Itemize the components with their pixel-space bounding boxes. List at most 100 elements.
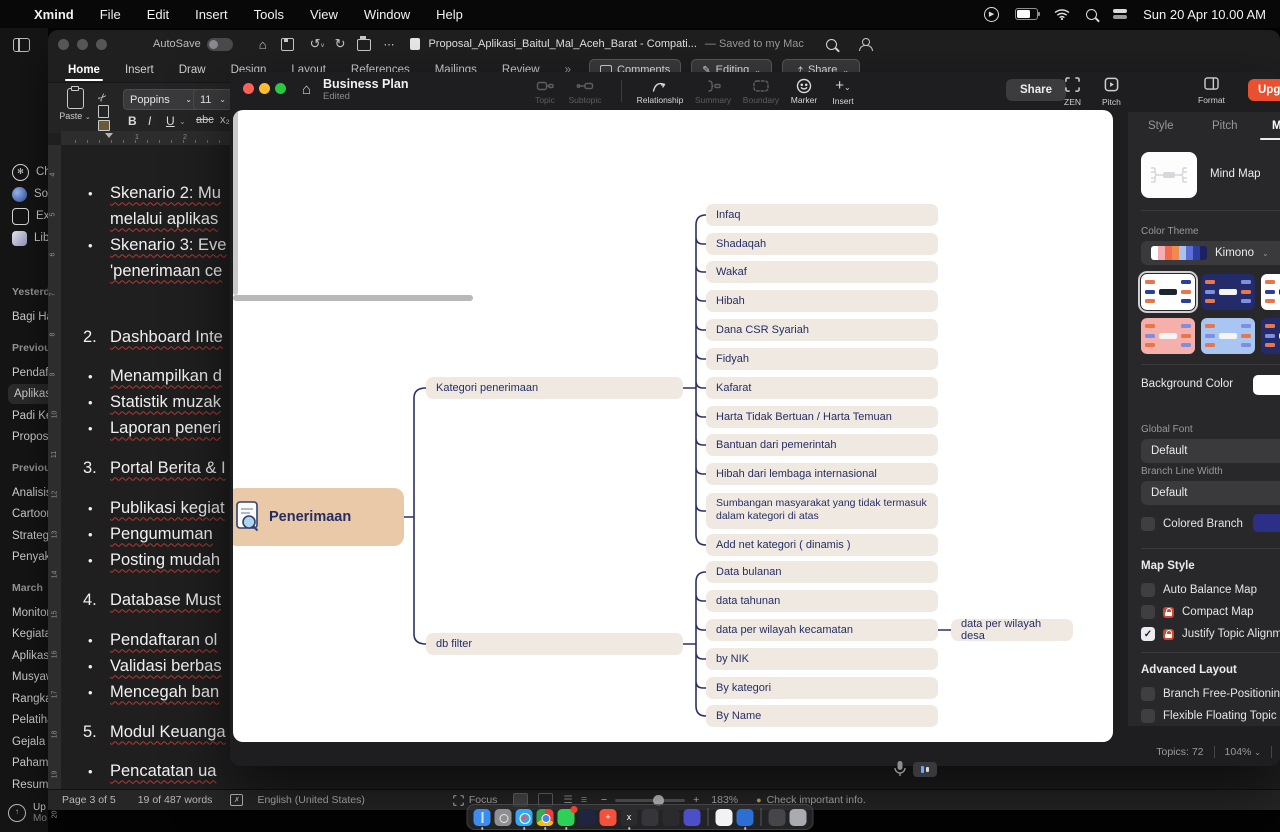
music-menu-icon[interactable]: ▶ <box>984 7 999 22</box>
mindmap-canvas[interactable]: PenerimaanKategori penerimaandb filterIn… <box>233 110 1113 742</box>
dock-app-word[interactable] <box>737 809 754 826</box>
copy-icon[interactable] <box>98 105 109 118</box>
dock-app-app-navy[interactable] <box>579 809 596 826</box>
bold-button[interactable]: B <box>128 114 137 128</box>
minimize-button[interactable] <box>259 83 270 94</box>
topic-child[interactable]: Shadaqah <box>706 233 938 255</box>
dock-app-safari[interactable] <box>516 809 533 826</box>
search-icon[interactable] <box>826 39 837 50</box>
sidebar-item[interactable]: Bagi Has <box>12 307 48 327</box>
print-icon[interactable] <box>357 39 371 51</box>
background-color-swatch[interactable] <box>1253 375 1280 395</box>
tab-pitch[interactable]: Pitch <box>1212 120 1238 132</box>
sidebar-item[interactable]: Rangkai <box>12 689 48 709</box>
font-name-select[interactable]: Poppins⌄ <box>123 89 199 110</box>
paste-button[interactable]: Paste ⌄ <box>58 88 92 121</box>
save-icon[interactable] <box>281 38 294 51</box>
menu-app-name[interactable]: Xmind <box>34 7 74 22</box>
sidebar-item[interactable]: Penyakit <box>12 547 48 567</box>
zen-mode-button[interactable]: ZEN <box>1064 77 1081 107</box>
vertical-scrollbar[interactable] <box>233 110 238 295</box>
sidebar-item[interactable]: Gejala <box>12 732 48 752</box>
undo-icon[interactable]: ↺˅ <box>310 36 325 52</box>
topic-child[interactable]: data per wilayah kecamatan <box>706 619 938 641</box>
sidebar-item[interactable]: Kegiatan <box>12 624 48 644</box>
close-button[interactable] <box>58 39 69 50</box>
topic-grandchild[interactable]: data per wilayah desa <box>951 619 1073 641</box>
dock-app-folder[interactable] <box>642 809 659 826</box>
language-indicator[interactable]: English (United States) <box>257 794 364 806</box>
sidebar-item[interactable]: Musyaw <box>12 667 48 687</box>
indent-marker[interactable] <box>105 133 113 138</box>
battery-icon[interactable] <box>1015 8 1038 20</box>
upgrade-button[interactable]: Upgrade <box>1248 79 1280 101</box>
minimize-button[interactable] <box>77 39 88 50</box>
dock-app-finder[interactable] <box>474 809 491 826</box>
tab-draw[interactable]: Draw <box>179 64 206 76</box>
sidebar-nav-explore[interactable]: Exp <box>12 206 48 226</box>
topic-child[interactable]: By Name <box>706 705 938 727</box>
topic-child[interactable]: Harta Tidak Bertuan / Harta Temuan <box>706 406 938 428</box>
menu-item-edit[interactable]: Edit <box>147 7 169 22</box>
topic-child[interactable]: Data bulanan <box>706 561 938 583</box>
toolbar-insert-button[interactable]: +⌄Insert <box>817 78 869 106</box>
wifi-icon[interactable] <box>1054 8 1070 20</box>
theme-thumbnail[interactable] <box>1201 274 1255 310</box>
dock-app-whatsapp[interactable] <box>558 809 575 826</box>
sidebar-nav-library[interactable]: Lib <box>12 228 48 248</box>
menu-item-file[interactable]: File <box>100 7 121 22</box>
page-indicator[interactable]: Page 3 of 5 <box>62 794 116 806</box>
close-button[interactable] <box>243 83 254 94</box>
topic-child[interactable]: Bantuan dari pemerintah <box>706 434 938 456</box>
menu-item-insert[interactable]: Insert <box>195 7 228 22</box>
sidebar-item[interactable]: Monitori <box>12 603 48 623</box>
italic-button[interactable]: I <box>148 114 151 128</box>
dock-app-settings[interactable] <box>495 809 512 826</box>
input-source-pill[interactable] <box>913 762 937 777</box>
tab-insert[interactable]: Insert <box>125 64 154 76</box>
dock-app-trash[interactable] <box>790 809 807 826</box>
sidebar-item[interactable]: Cartoon <box>12 504 48 524</box>
tab-map[interactable]: Map <box>1272 120 1280 132</box>
topic-child[interactable]: Wakaf <box>706 261 938 283</box>
sidebar-nav-sora[interactable]: Sor <box>12 184 48 204</box>
dock-app-calculator[interactable] <box>663 809 680 826</box>
theme-thumbnail-selected[interactable] <box>1141 274 1195 310</box>
dock-app-app-gray[interactable] <box>769 809 786 826</box>
underline-chevron[interactable]: ⌄ <box>179 117 186 126</box>
topic-db-filter[interactable]: db filter <box>426 633 683 655</box>
topic-child[interactable]: by NIK <box>706 648 938 670</box>
autosave-toggle[interactable] <box>207 38 233 51</box>
sidebar-toggle-icon[interactable] <box>13 38 30 52</box>
colored-branch-checkbox[interactable] <box>1141 517 1155 531</box>
topic-child[interactable]: data tahunan <box>706 590 938 612</box>
font-size-select[interactable]: 11⌄ <box>193 89 233 110</box>
zoom-button[interactable] <box>96 39 107 50</box>
subscript-button[interactable]: x₂ <box>220 114 230 126</box>
sidebar-item[interactable]: Pelatiha <box>12 710 48 730</box>
sidebar-item[interactable]: Aplikasi <box>8 384 48 404</box>
menu-item-view[interactable]: View <box>310 7 338 22</box>
home-icon[interactable]: ⌂ <box>302 81 311 98</box>
upgrade-plan-button[interactable]: ↑UpMo <box>8 803 47 823</box>
dock-app-app-indigo[interactable] <box>684 809 701 826</box>
strikethrough-button[interactable]: abc <box>196 114 214 126</box>
redo-icon[interactable]: ↻ <box>335 36 346 52</box>
checkbox[interactable]: ✓ <box>1141 627 1155 641</box>
home-icon[interactable]: ⌂ <box>259 37 267 52</box>
topic-kategori-penerimaan[interactable]: Kategori penerimaan <box>426 377 683 399</box>
topic-child[interactable]: Fidyah <box>706 348 938 370</box>
theme-thumbnail[interactable] <box>1141 318 1195 354</box>
topic-child[interactable]: Dana CSR Syariah <box>706 319 938 341</box>
branch-line-width-select[interactable]: Default <box>1141 481 1280 505</box>
cut-icon[interactable]: ✂ <box>95 90 111 106</box>
dock-app-app-x[interactable]: x <box>621 809 638 826</box>
canvas-zoom[interactable]: 104% ⌄ <box>1225 746 1261 758</box>
topic-child[interactable]: Add net kategori ( dinamis ) <box>706 534 938 556</box>
sidebar-item[interactable]: Padi Ken <box>12 406 48 426</box>
sidebar-item[interactable]: Aplikasi <box>12 646 48 666</box>
colored-branch-swatch[interactable] <box>1253 514 1280 532</box>
menu-item-tools[interactable]: Tools <box>254 7 284 22</box>
proofing-icon[interactable]: ✗ <box>230 794 243 806</box>
format-painter-icon[interactable] <box>98 120 110 131</box>
